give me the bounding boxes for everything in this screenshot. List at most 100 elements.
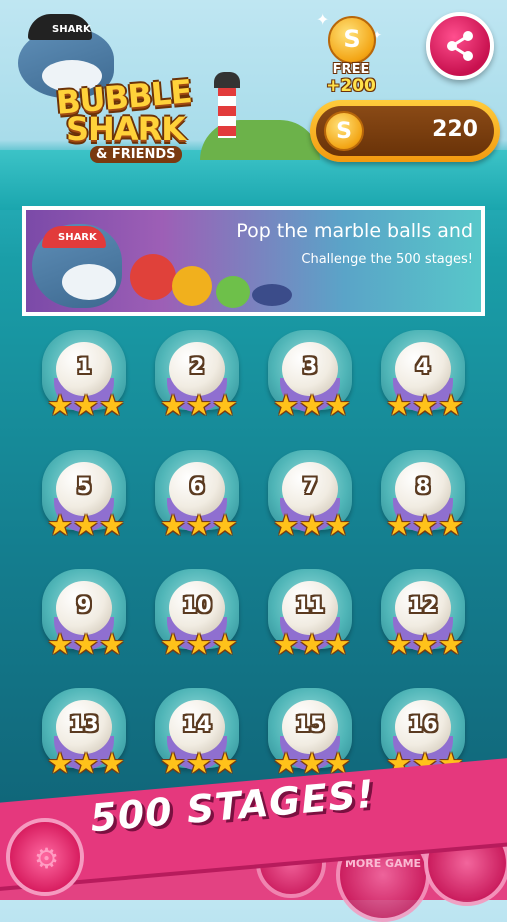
more-game-label: MORE GAME [344,857,422,870]
stage-number: 16 [408,712,438,736]
star-icon: ★ [299,508,325,542]
stage-number: 7 [302,474,318,498]
cap-text: SHARK [52,24,91,35]
star-icon: ★ [412,627,438,661]
coin-icon: S [324,111,364,151]
crab-friend [130,254,176,300]
stage-number: 13 [69,712,99,736]
star-icon: ★ [186,746,212,780]
star-icon: ★ [412,508,438,542]
star-icon: ★ [47,388,73,422]
stage-button[interactable]: 1 ★ ★ ★ [38,328,134,428]
star-icon: ★ [186,388,212,422]
stage-button[interactable]: 15 ★ ★ ★ [264,686,360,786]
star-icon: ★ [386,627,412,661]
star-icon: ★ [73,627,99,661]
swordfish-friend [252,284,292,306]
star-icon: ★ [99,388,125,422]
sparkle-icon: ✦ [316,10,330,29]
settings-button[interactable]: ⚙ [6,818,84,896]
star-icon: ★ [47,508,73,542]
star-icon: ★ [73,746,99,780]
stage-button[interactable]: 14 ★ ★ ★ [151,686,247,786]
star-icon: ★ [186,627,212,661]
star-icon: ★ [325,508,351,542]
logo-subtitle: & FRIENDS [90,146,182,163]
stage-stars: ★★★ [377,390,473,420]
stage-stars: ★★★ [151,748,247,778]
stage-stars: ★★★ [377,510,473,540]
star-icon: ★ [47,627,73,661]
stage-stars: ★★★ [38,510,134,540]
stage-number: 10 [182,593,212,617]
star-icon: ★ [160,627,186,661]
stage-button[interactable]: 6 ★ ★ ★ [151,448,247,548]
stage-button[interactable]: 3 ★ ★ ★ [264,328,360,428]
stage-button[interactable]: 9 ★ ★ ★ [38,567,134,667]
stage-button[interactable]: 2 ★ ★ ★ [151,328,247,428]
stage-stars: ★★★ [377,629,473,659]
star-icon: ★ [99,746,125,780]
star-icon: ★ [212,627,238,661]
stage-number: 12 [408,593,438,617]
free-amount: +200 [326,76,376,96]
star-icon: ★ [273,746,299,780]
stage-stars: ★★★ [38,390,134,420]
stage-stars: ★★★ [264,629,360,659]
turtle-friend [216,276,250,308]
stage-stars: ★★★ [38,748,134,778]
star-icon: ★ [273,627,299,661]
star-icon: ★ [160,746,186,780]
star-icon: ★ [325,627,351,661]
stage-stars: ★★★ [151,390,247,420]
star-icon: ★ [438,627,464,661]
star-icon: ★ [73,388,99,422]
stage-stars: ★★★ [264,510,360,540]
banner-shark: SHARK [32,224,122,308]
free-label: FREE [332,62,370,77]
stage-button[interactable]: 4 ★ ★ ★ [377,328,473,428]
stage-stars: ★★★ [151,510,247,540]
free-coins-button[interactable]: ✦ ✦ S FREE +200 [316,10,386,100]
stage-button[interactable]: 13 ★ ★ ★ [38,686,134,786]
star-icon: ★ [212,508,238,542]
stage-number: 9 [76,593,92,617]
stage-number: 11 [295,593,325,617]
star-icon: ★ [160,388,186,422]
star-icon: ★ [325,388,351,422]
logo-title-shark: SHARK [66,110,186,148]
fish-friend [172,266,212,306]
stage-number: 4 [415,354,431,378]
star-icon: ★ [273,508,299,542]
stage-number: 15 [295,712,325,736]
stage-button[interactable]: 10 ★ ★ ★ [151,567,247,667]
star-icon: ★ [47,746,73,780]
stage-stars: ★★★ [264,390,360,420]
stage-number: 2 [189,354,205,378]
stage-button[interactable]: 5 ★ ★ ★ [38,448,134,548]
star-icon: ★ [99,627,125,661]
stage-number: 1 [76,354,92,378]
stage-number: 14 [182,712,212,736]
star-icon: ★ [386,508,412,542]
star-icon: ★ [299,627,325,661]
coin-icon: S [328,16,376,64]
stage-number: 6 [189,474,205,498]
coin-count: 220 [432,117,478,142]
stage-button[interactable]: 12 ★ ★ ★ [377,567,473,667]
star-icon: ★ [160,508,186,542]
coin-balance: S 220 [310,100,500,162]
stage-button[interactable]: 7 ★ ★ ★ [264,448,360,548]
share-icon [447,31,473,61]
star-icon: ★ [186,508,212,542]
star-icon: ★ [73,508,99,542]
star-icon: ★ [386,388,412,422]
banner-headline: Pop the marble balls and [236,220,473,242]
share-button[interactable] [426,12,494,80]
star-icon: ★ [438,508,464,542]
stage-button[interactable]: 8 ★ ★ ★ [377,448,473,548]
promo-banner[interactable]: SHARK Pop the marble balls and Challenge… [22,206,485,316]
gear-icon: ⚙ [34,842,60,875]
star-icon: ★ [212,746,238,780]
stage-button[interactable]: 11 ★ ★ ★ [264,567,360,667]
